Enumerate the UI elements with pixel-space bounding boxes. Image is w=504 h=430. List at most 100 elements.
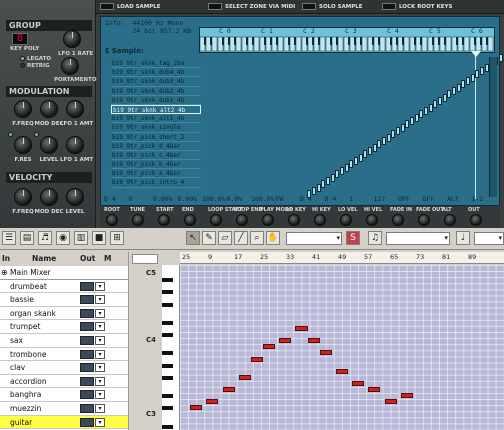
sample-list-item[interactable]: bi9_9tr_sknk_dub2_4b [111,87,201,96]
white-key[interactable] [421,36,428,52]
track-output-dropdown-icon[interactable]: ▾ [95,308,105,318]
load-sample-button[interactable]: LOAD SAMPLE [100,3,161,10]
track-output-device-icon[interactable] [80,322,94,332]
sample-list-item[interactable]: bi9_9tr_pick_c_4bar [111,151,201,161]
sample-list-item[interactable]: bi9_9tr_sknk_dub1_4b [111,96,201,105]
solo-sample-button[interactable]: SOLO SAMPLE [302,3,363,10]
midi-note[interactable] [335,368,349,374]
midi-note[interactable] [263,344,276,350]
piano-black-key[interactable] [162,333,173,338]
param-knob[interactable] [262,214,274,226]
vel-level-knob[interactable] [66,188,84,206]
midi-note[interactable] [250,356,263,362]
zone-step[interactable] [401,124,405,132]
midi-note[interactable] [295,326,308,331]
piano-black-key[interactable] [162,394,173,399]
track-output-dropdown-icon[interactable]: ▾ [95,349,105,359]
track-row[interactable]: trumpet ▾ [0,320,128,334]
zone-step[interactable] [359,154,363,162]
sample-list-item[interactable]: bi9_9tr_sknk_dub4_4b [111,68,201,78]
track-output-device-icon[interactable] [80,295,94,305]
white-key[interactable] [253,36,260,52]
zone-map[interactable] [203,51,503,201]
param-knob[interactable] [106,214,118,226]
zone-step[interactable] [461,80,465,88]
zone-step[interactable] [433,100,437,108]
track-output-dropdown-icon[interactable]: ▾ [95,295,105,305]
rex-lane-icon[interactable]: ▥ [74,231,88,245]
zone-step[interactable] [499,54,503,62]
zone-step[interactable] [396,127,400,135]
zone-step[interactable] [354,157,358,165]
snap-toggle-icon[interactable]: S [346,231,360,245]
zone-step[interactable] [480,67,484,75]
white-key[interactable] [463,36,470,52]
zone-step[interactable] [429,104,433,112]
track-output-device-icon[interactable] [80,349,94,359]
param-knob[interactable] [158,214,170,226]
velocity-lane-icon[interactable]: ■ [92,231,106,245]
midi-note[interactable] [368,387,381,392]
controller-lane-icon[interactable]: ⊞ [110,231,124,245]
midi-note[interactable] [384,399,397,405]
zone-step[interactable] [382,137,386,145]
white-key[interactable] [445,36,452,52]
mod-lfo1amt2-knob[interactable] [66,136,84,154]
param-knob[interactable] [392,214,404,226]
zone-step[interactable] [340,167,344,175]
track-row[interactable]: trombone ▾ [0,348,128,362]
white-key[interactable] [337,36,344,52]
zone-step[interactable] [331,174,335,182]
track-row[interactable]: guitar ▾ [0,415,128,430]
mod-ffreq-knob[interactable] [14,100,32,118]
white-key[interactable] [319,36,326,52]
track-output-device-icon[interactable] [80,335,94,345]
portamento-knob[interactable] [61,57,79,75]
param-knob[interactable] [288,214,300,226]
sample-list-item[interactable]: bi9_9tr_sknk_alt2_4b [111,104,201,115]
piano-black-key[interactable] [162,278,173,283]
track-output-dropdown-icon[interactable]: ▾ [95,363,105,373]
param-knob[interactable] [340,214,352,226]
param-knob[interactable] [210,214,222,226]
lane-zoom-control[interactable] [132,254,158,264]
zone-step[interactable] [410,117,414,125]
zone-step[interactable] [368,147,372,155]
midi-note[interactable] [190,405,203,411]
zone-step[interactable] [317,184,321,192]
piano-keyboard[interactable]: C5 C4 C3 [146,265,180,430]
zone-step[interactable] [373,144,377,152]
quantize-value-dropdown[interactable] [386,232,450,245]
track-row[interactable]: organ skank ▾ [0,307,128,321]
track-row[interactable]: bassie ▾ [0,293,128,307]
piano-black-key[interactable] [162,351,173,356]
quantize-icon[interactable]: ♫ [368,231,382,245]
midi-note[interactable] [238,374,251,380]
track-output-dropdown-icon[interactable]: ▾ [95,390,105,400]
track-output-dropdown-icon[interactable]: ▾ [95,322,105,332]
midi-note[interactable] [307,338,320,344]
track-row[interactable]: sax ▾ [0,334,128,348]
white-key[interactable] [403,36,410,52]
midi-note[interactable] [206,399,219,405]
midi-note[interactable] [319,350,332,356]
quantize-amount-dropdown[interactable] [474,232,504,245]
param-knob[interactable] [470,214,482,226]
zone-step[interactable] [326,177,330,185]
param-knob[interactable] [314,214,326,226]
piano-black-key[interactable] [162,290,173,295]
mod-level-knob[interactable] [40,136,58,154]
piano-black-key[interactable] [162,320,173,325]
piano-black-key[interactable] [162,424,173,429]
white-key[interactable] [235,36,242,52]
lock-root-keys-button[interactable]: LOCK ROOT KEYS [382,3,452,10]
zone-step[interactable] [475,70,479,78]
mod-moddec-knob[interactable] [40,100,58,118]
vel-ffreq-knob[interactable] [14,188,32,206]
edit-mode-icon[interactable]: ▤ [20,231,34,245]
midi-note[interactable] [279,338,292,344]
sample-list-item[interactable]: bi9_9tr_sknk_single_ [111,123,201,133]
snap-value-dropdown[interactable] [286,232,342,245]
sample-list-item[interactable]: bi9_9tr_pick_intro_4 [111,178,201,188]
track-output-device-icon[interactable] [80,417,94,427]
